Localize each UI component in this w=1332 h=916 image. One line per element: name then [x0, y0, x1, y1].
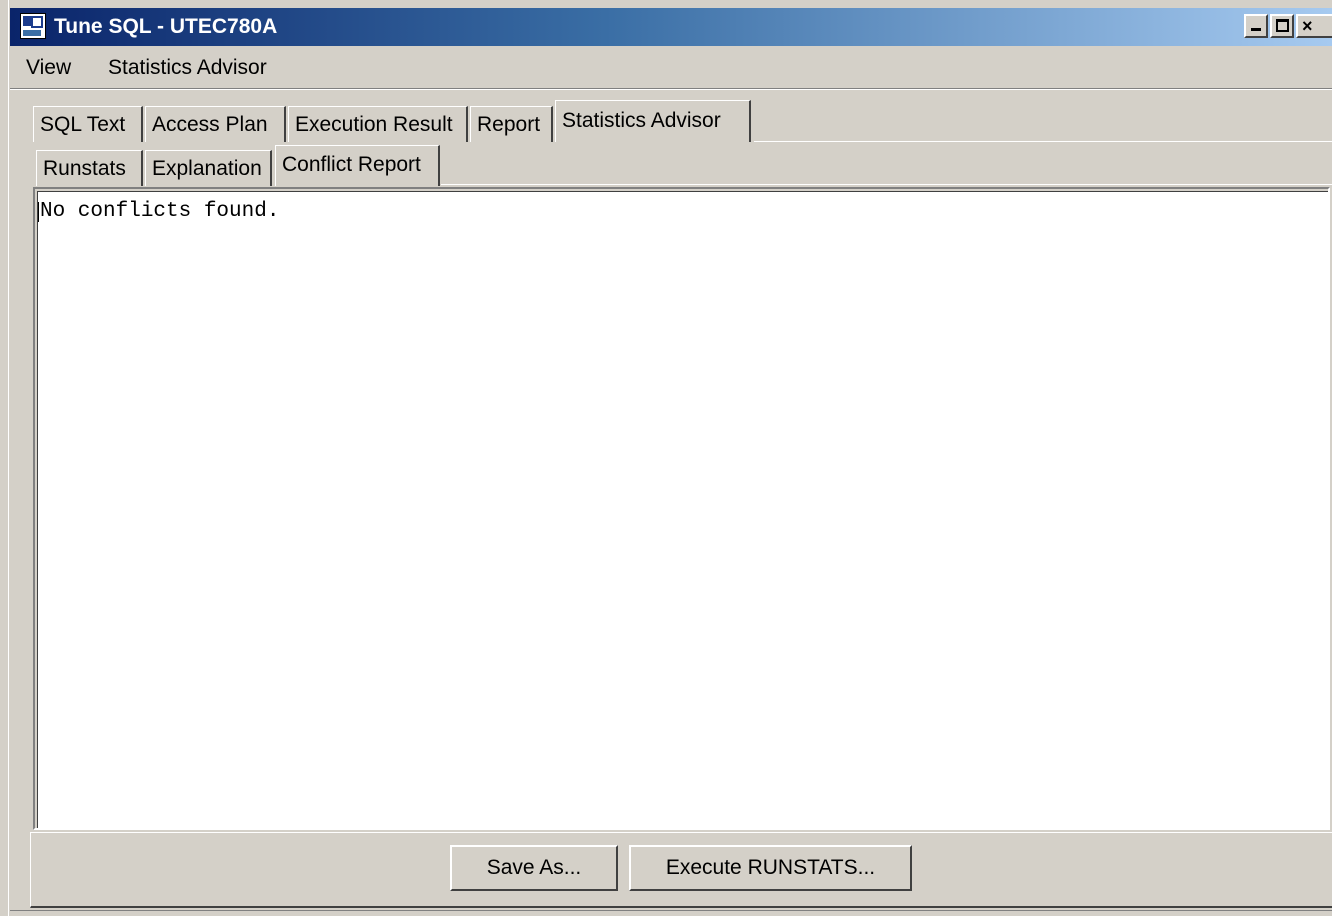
- tab-runstats[interactable]: Runstats: [36, 150, 143, 186]
- button-panel: Save As... Execute RUNSTATS...: [30, 832, 1332, 908]
- tab-access-plan[interactable]: Access Plan: [145, 106, 286, 142]
- conflict-report-panel: No conflicts found.: [33, 187, 1330, 830]
- close-button[interactable]: ×: [1296, 14, 1332, 38]
- title-bar[interactable]: Tune SQL - UTEC780A ×: [10, 8, 1332, 46]
- sub-tab-baseline: [441, 184, 1332, 185]
- tab-conflict-report[interactable]: Conflict Report: [275, 145, 440, 186]
- window-bottom-edge: [10, 910, 1332, 911]
- conflict-report-text: No conflicts found.: [40, 200, 280, 223]
- maximize-button[interactable]: [1270, 14, 1294, 38]
- tab-execution-result[interactable]: Execution Result: [288, 106, 468, 142]
- minimize-icon: [1251, 28, 1261, 31]
- tab-sql-text[interactable]: SQL Text: [33, 106, 143, 142]
- menu-separator: [10, 88, 1332, 90]
- sql-app-icon: [20, 13, 46, 39]
- close-icon: ×: [1302, 16, 1313, 36]
- main-tab-baseline: [754, 141, 1332, 142]
- save-as-button[interactable]: Save As...: [450, 845, 618, 891]
- window-title: Tune SQL - UTEC780A: [54, 15, 278, 38]
- tab-explanation[interactable]: Explanation: [145, 150, 272, 186]
- execute-runstats-button[interactable]: Execute RUNSTATS...: [629, 845, 912, 891]
- menu-view[interactable]: View: [22, 54, 75, 82]
- conflict-report-textarea[interactable]: No conflicts found.: [37, 191, 1328, 828]
- menu-statistics-advisor[interactable]: Statistics Advisor: [104, 54, 271, 82]
- tab-report[interactable]: Report: [470, 106, 553, 142]
- tab-statistics-advisor[interactable]: Statistics Advisor: [555, 100, 751, 142]
- menu-bar: View Statistics Advisor: [10, 48, 1332, 86]
- minimize-button[interactable]: [1244, 14, 1268, 38]
- text-caret: [38, 202, 39, 222]
- maximize-icon: [1276, 19, 1289, 32]
